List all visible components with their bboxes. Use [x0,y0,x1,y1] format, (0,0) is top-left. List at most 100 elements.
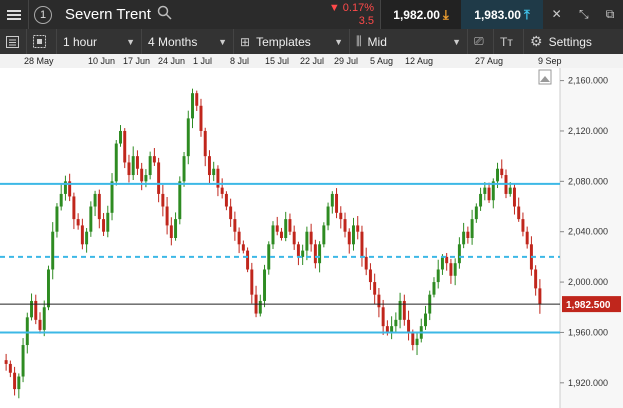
date-tick: 10 Jun [88,56,116,66]
candle-body [322,225,326,245]
candle-body [165,206,169,226]
candle-body [76,219,80,226]
price-axis [560,68,623,408]
candle-body [466,231,470,238]
candle-body [127,162,131,176]
templates-label: Templates [256,34,311,49]
price-chart[interactable]: 2,160.000 2,120.000 2,080.000 2,040.000 2,00… [0,68,623,408]
candle-body [411,332,415,346]
candle-body [80,225,84,245]
candle-body [110,181,114,213]
candle-body [106,212,110,232]
price-type-label: Mid [367,34,387,49]
hamburger-icon [7,8,21,22]
candle-body [85,231,89,245]
collapse-icon[interactable]: ⤡ [579,7,589,22]
candle-body [330,193,334,207]
chart-toolbar: 1 hour ▼ 4 Months ▼ ⊞ Templates ▼ ⫼ Mid … [0,29,623,54]
instrument-title[interactable]: Severn Trent [65,6,151,23]
templates-select[interactable]: ⊞ Templates ▼ [234,29,350,54]
candle-body [453,263,457,276]
candle-body [305,231,309,251]
text-tool-button[interactable]: Tт [494,29,524,54]
candle-body [288,219,292,232]
candle-body [229,206,233,220]
buy-price: 1,983.00 [474,7,521,22]
close-icon[interactable]: ✕ [552,7,562,22]
sell-button[interactable]: 1,982.00 ⤓ [380,0,461,29]
candle-body [296,244,300,257]
candle-body [21,345,25,377]
candle-body [123,130,127,163]
candle-body [521,219,525,232]
date-tick: 29 Jul [334,56,359,66]
candle-body [233,219,237,232]
top-bar: 1 Severn Trent ▼ 0.17% 3.5 1,982.00 ⤓ 1,… [0,0,623,29]
drawing-tools-button[interactable]: ⎚ [468,29,494,54]
interval-select[interactable]: 1 hour ▼ [57,29,142,54]
date-tick: 5 Aug [370,56,394,66]
chevron-down-icon: ▼ [452,36,461,47]
candle-body [377,294,381,308]
candle-body [30,300,34,318]
candle-body [114,143,118,182]
candle-body [140,168,144,182]
candle-body [241,244,245,251]
list-icon [6,35,19,48]
settings-label: Settings [548,34,592,49]
candle-body [512,187,516,207]
candle-body [203,130,207,157]
window-controls: ✕ ⤡ ⧉ [543,7,623,22]
candle-body [25,317,29,346]
chevron-down-icon: ▼ [334,36,343,47]
sell-price: 1,982.00 [393,7,440,22]
search-icon[interactable] [157,5,172,25]
candle-body [373,282,377,295]
y-tick-label: 2,160.000 [568,76,608,86]
candle-body [186,118,190,157]
candle-body [462,231,466,245]
pen-icon: ⎚ [474,34,484,48]
price-type-select[interactable]: ⫼ Mid ▼ [350,29,468,54]
candle-body [479,193,483,207]
candle-body [55,206,59,232]
candle-body [407,319,411,333]
candle-body [347,231,351,245]
candle-body [119,130,122,144]
range-select[interactable]: 4 Months ▼ [142,29,234,54]
candle-body [169,225,173,238]
candle-body [191,93,194,119]
price-change: ▼ 0.17% 3.5 [329,2,380,28]
buy-button[interactable]: 1,983.00 ⤒ [461,0,543,29]
templates-icon: ⊞ [240,34,251,49]
arrow-down-icon: ⤓ [442,6,449,22]
candle-body [500,168,504,176]
candle-body [152,156,156,163]
date-tick: 1 Jul [193,56,213,66]
candle-body [343,219,347,232]
candle-body [220,187,224,194]
change-absolute: 3.5 [358,14,374,27]
popout-icon[interactable]: ⧉ [606,7,615,22]
date-tick: 22 Jul [300,56,325,66]
candle-body [8,363,12,373]
chart-list-button[interactable] [0,29,27,54]
candle-body [271,225,275,245]
date-tick: 8 Jul [230,56,250,66]
settings-button[interactable]: ⚙ Settings [524,29,623,54]
candle-body [508,187,512,194]
candle-body [267,244,271,270]
grid-icon [33,35,46,48]
y-tick-label: 2,040.000 [568,227,608,237]
candle-body [496,168,500,182]
instrument-index-button[interactable]: 1 [29,0,57,29]
candle-body [470,219,474,238]
menu-button[interactable] [0,0,29,29]
chart-type-button[interactable] [27,29,57,54]
candle-body [59,193,63,207]
change-percent: ▼ 0.17% [328,1,374,14]
date-tick: 12 Aug [405,56,434,66]
candle-body [93,193,97,207]
date-axis: 28 May 10 Jun 17 Jun 24 Jun 1 Jul 8 Jul … [0,54,623,69]
y-tick-label: 2,080.000 [568,176,608,186]
